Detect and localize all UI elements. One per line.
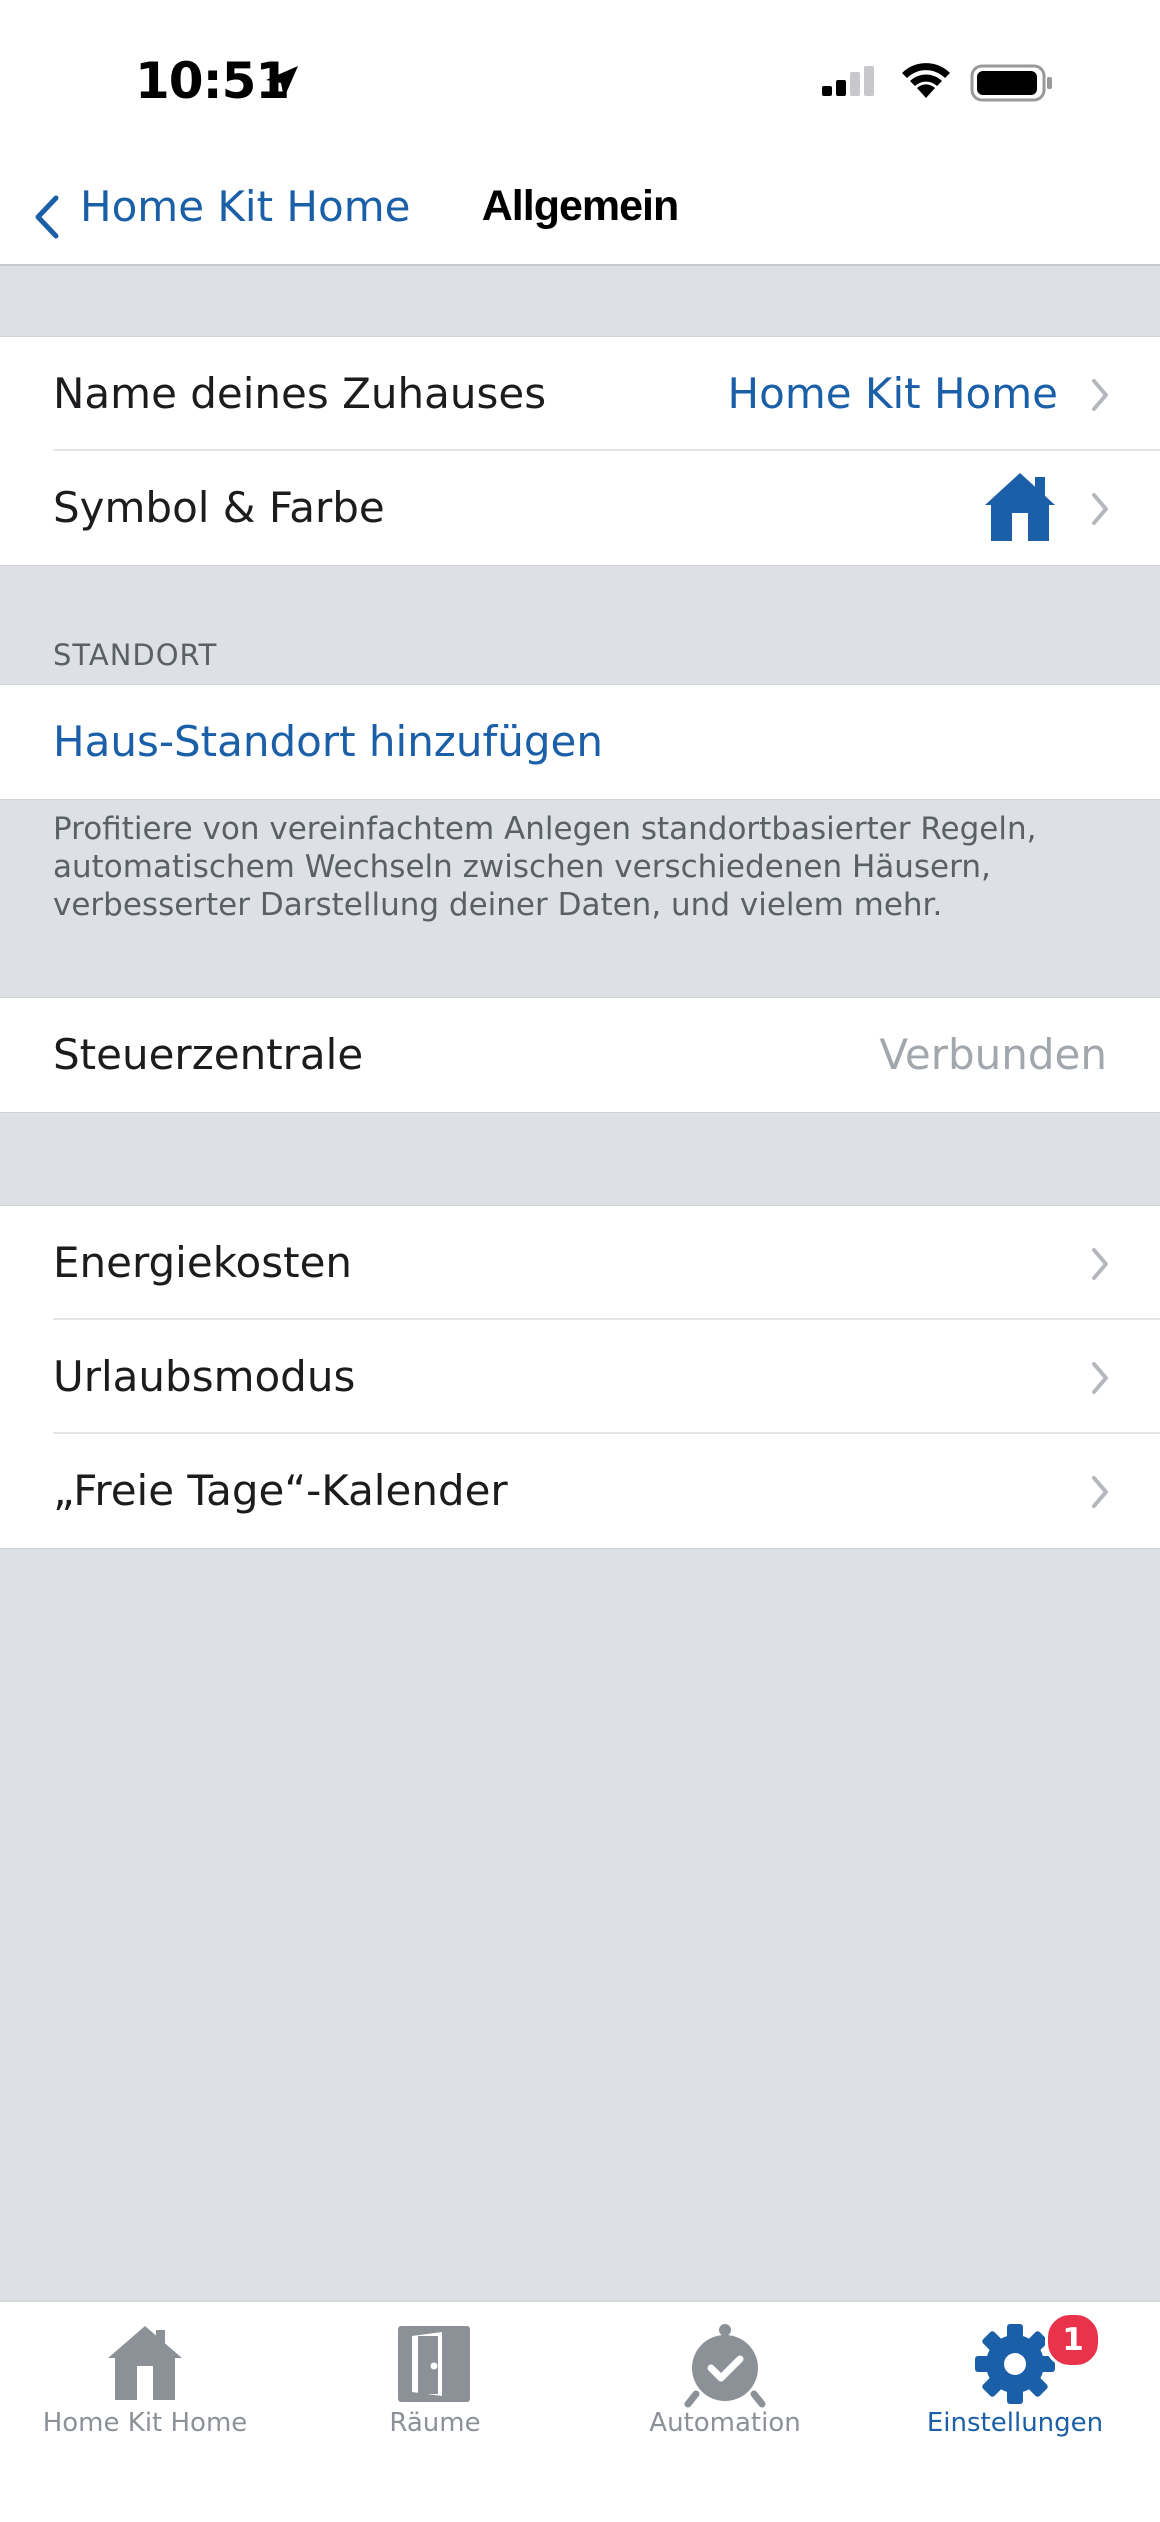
door-icon [398,2326,470,2402]
house-icon [985,473,1055,541]
vacation-mode-label: Urlaubsmodus [53,1352,356,1401]
house-icon [108,2326,182,2400]
location-section-header: STANDORT [53,638,218,672]
battery-icon [970,64,1052,102]
tab-home-label: Home Kit Home [42,2408,248,2438]
energy-costs-label: Energiekosten [53,1238,353,1287]
add-location-row[interactable]: Haus-Standort hinzufügen [0,685,1160,799]
home-name-label: Name deines Zuhauses [53,369,547,418]
automation-clock-icon [684,2324,766,2408]
chevron-right-icon [1092,1248,1108,1280]
notification-badge: 1 [1045,2312,1101,2368]
wifi-icon [902,63,950,98]
gear-icon [975,2324,1055,2404]
location-group: Haus-Standort hinzufügen [0,684,1160,800]
status-bar: 10:51 [0,0,1160,170]
location-footnote: Profitiere von vereinfachtem Anlegen sta… [53,811,1037,923]
symbol-color-row[interactable]: Symbol & Farbe [0,451,1160,565]
hub-status: Verbunden [879,1030,1107,1079]
home-settings-group: Name deines Zuhauses Home Kit Home Symbo… [0,336,1160,566]
home-name-value: Home Kit Home [727,369,1058,418]
add-location-button[interactable]: Haus-Standort hinzufügen [53,685,603,799]
holiday-calendar-label: „Freie Tage“-Kalender [53,1466,508,1515]
hub-group: Steuerzentrale Verbunden [0,997,1160,1113]
symbol-color-label: Symbol & Farbe [53,483,385,532]
hub-row: Steuerzentrale Verbunden [0,998,1160,1112]
holiday-calendar-row[interactable]: „Freie Tage“-Kalender [0,1434,1160,1548]
energy-costs-row[interactable]: Energiekosten [0,1206,1160,1320]
vacation-mode-row[interactable]: Urlaubsmodus [0,1320,1160,1434]
location-arrow-icon [266,66,298,98]
chevron-right-icon [1092,493,1108,525]
tab-automation-label: Automation [649,2408,801,2438]
cellular-signal-icon [822,66,874,96]
chevron-right-icon [1092,1476,1108,1508]
navigation-bar: Home Kit Home Allgemein [0,170,1160,266]
hub-label: Steuerzentrale [53,1030,364,1079]
tab-rooms[interactable]: Räume [290,2312,580,2442]
tab-bar: Home Kit Home Räume Automation 1 Einstel… [0,2300,1160,2522]
chevron-right-icon [1092,1362,1108,1394]
chevron-right-icon [1092,379,1108,411]
tab-home[interactable]: Home Kit Home [0,2312,290,2442]
home-name-row[interactable]: Name deines Zuhauses Home Kit Home [0,337,1160,451]
tab-settings-label: Einstellungen [926,2408,1104,2438]
page-title: Allgemein [481,182,680,230]
tab-automation[interactable]: Automation [580,2312,870,2442]
tab-rooms-label: Räume [389,2408,481,2438]
tab-settings[interactable]: 1 Einstellungen [870,2312,1160,2442]
more-settings-group: Energiekosten Urlaubsmodus „Freie Tage“-… [0,1205,1160,1549]
